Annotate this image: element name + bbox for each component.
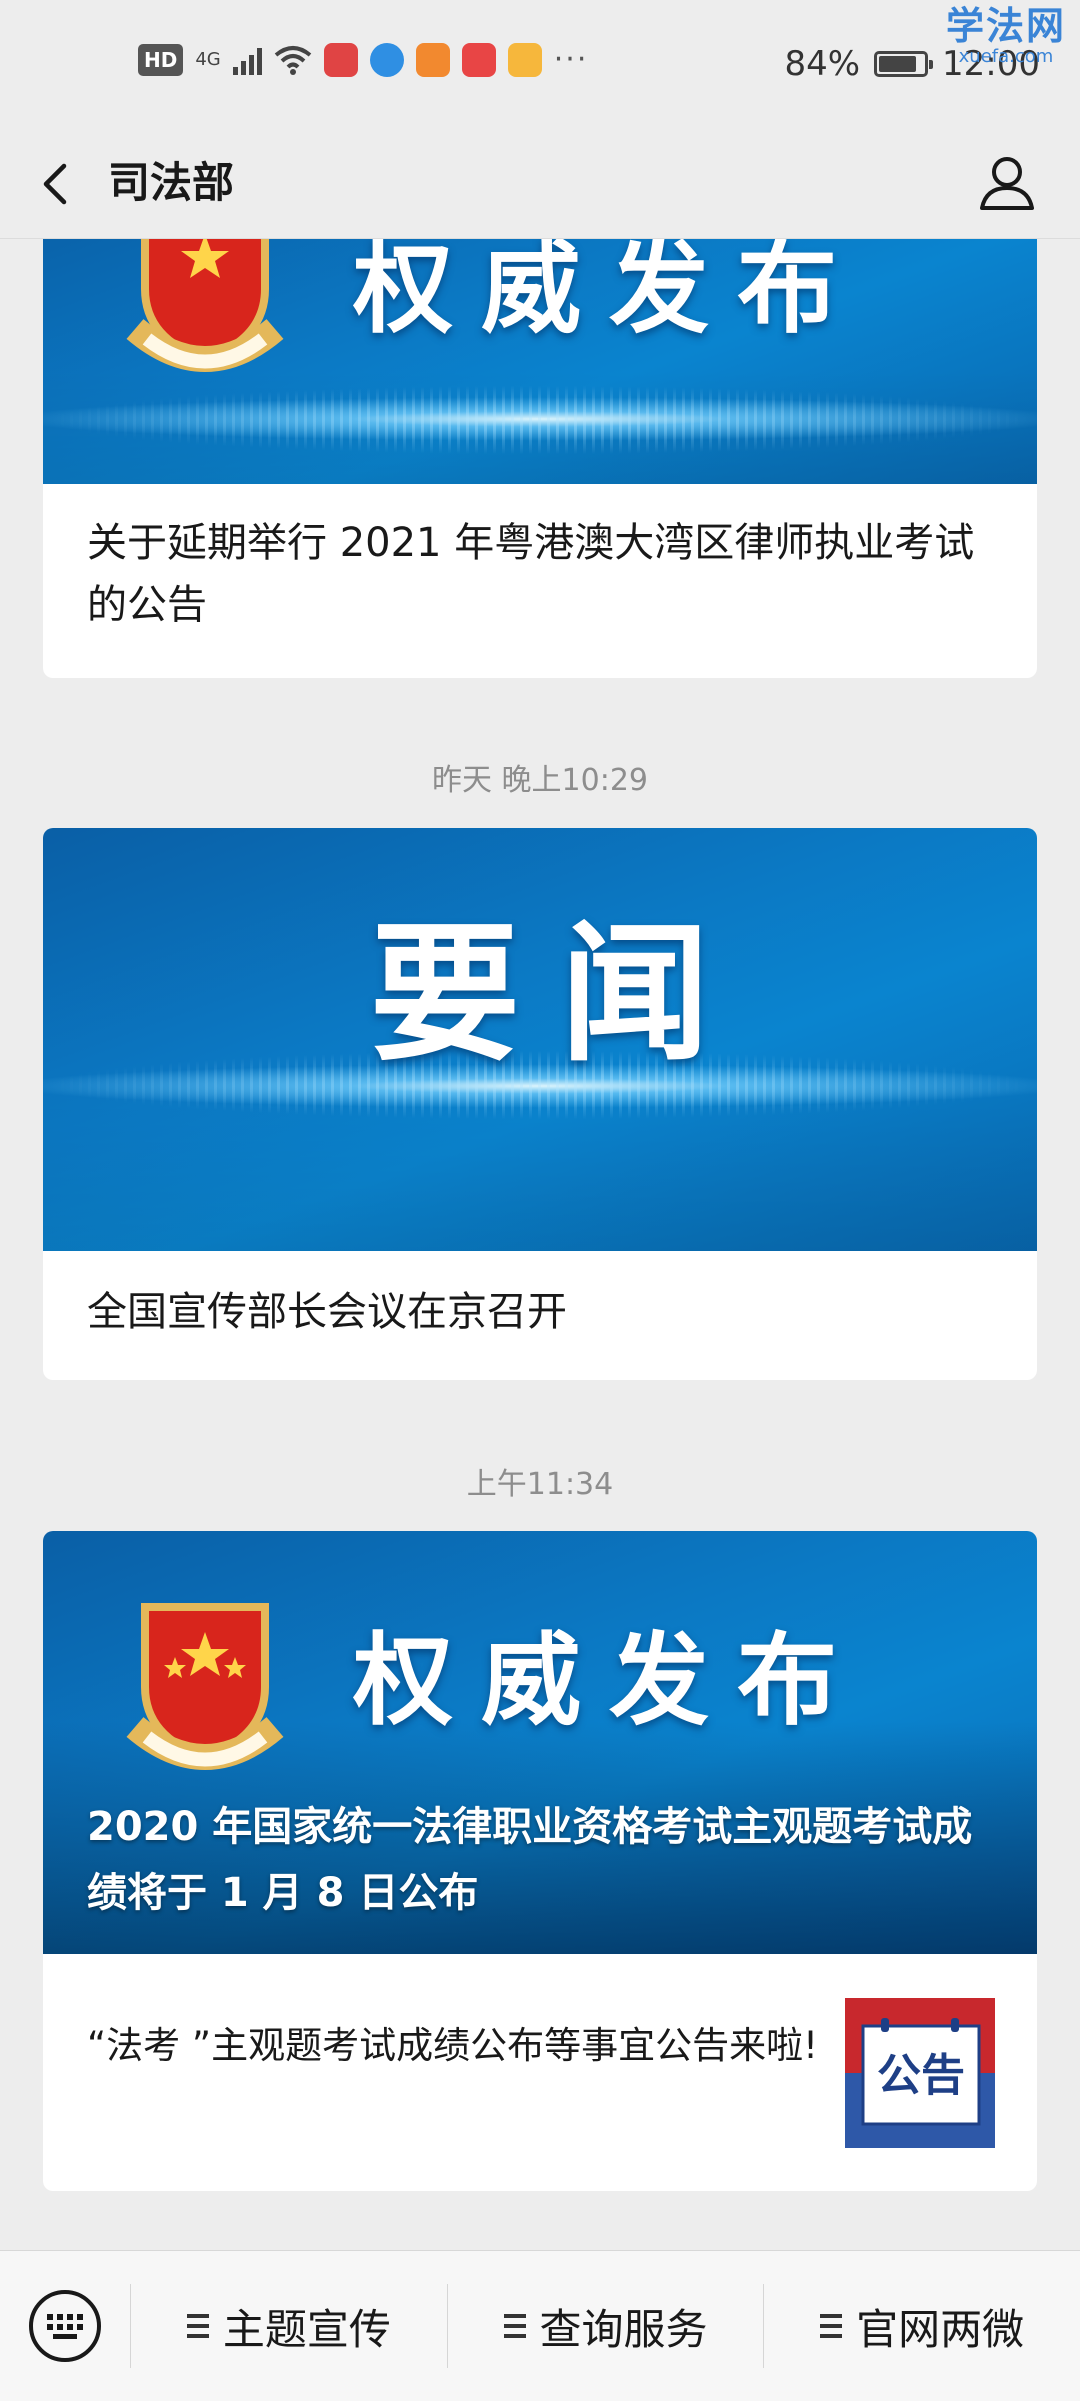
banner-title: 要闻 [369, 908, 750, 1082]
watermark-main: 学法网 [945, 4, 1066, 48]
notice-thumbnail: 公告 [845, 1998, 995, 2148]
article-banner: 权威发布 2020 年国家统一法律职业资格考试主观题考试成绩将于 1 月 8 日… [43, 1531, 1037, 1954]
person-icon [980, 157, 1034, 210]
message-timestamp: 上午11:34 [466, 1467, 614, 1502]
notice-thumbnail-label: 公告 [877, 2050, 965, 2101]
back-button[interactable] [30, 154, 90, 214]
menu-item-label: 查询服务 [539, 2304, 708, 2354]
justice-emblem-icon [126, 239, 284, 372]
message-timestamp: 昨天 晚上10:29 [432, 763, 648, 798]
page-title: 司法部 [108, 158, 235, 207]
menu-lines-icon [820, 2314, 843, 2338]
keyboard-toggle-button[interactable] [0, 2251, 130, 2401]
article-banner: 权威发布 [43, 239, 1037, 484]
status-icons: HD 4G ··· [138, 42, 588, 77]
article-title: 全国宣传部长会议在京召开 [87, 1289, 567, 1335]
article-title: 2020 年国家统一法律职业资格考试主观题考试成绩将于 1 月 8 日公布 [87, 1804, 973, 1916]
menu-item-query[interactable]: 查询服务 [448, 2251, 764, 2401]
chevron-left-icon [43, 163, 67, 205]
more-notifications-icon: ··· [553, 42, 589, 77]
watermark-sub: xuefa.com [958, 46, 1054, 67]
message-list[interactable]: 权威发布 关于延期举行 2021 年粤港澳大湾区律师执业考试的公告 昨天 晚上1… [0, 239, 1080, 2201]
battery-icon [874, 51, 934, 77]
article-card[interactable]: 权威发布 2020 年国家统一法律职业资格考试主观题考试成绩将于 1 月 8 日… [43, 1531, 1037, 2191]
chat-app-icon [507, 42, 542, 77]
news-app-icon [461, 42, 496, 77]
menu-item-label: 主题宣传 [222, 2304, 391, 2354]
banner-title: 权威发布 [353, 239, 865, 347]
article-title: 关于延期举行 2021 年粤港澳大湾区律师执业考试的公告 [87, 520, 975, 628]
profile-button[interactable] [972, 148, 1042, 218]
signal-icon [232, 45, 262, 75]
article-card[interactable]: 要闻 全国宣传部长会议在京召开 [43, 828, 1037, 1380]
menu-item-theme[interactable]: 主题宣传 [131, 2251, 447, 2401]
keyboard-icon [29, 2290, 101, 2362]
wifi-icon [274, 45, 312, 75]
banner-title: 权威发布 [353, 1622, 865, 1739]
bottom-menu: 主题宣传 查询服务 官网两微 [0, 2250, 1080, 2401]
menu-item-label: 官网两微 [856, 2304, 1025, 2354]
browser-app-icon [369, 42, 404, 77]
chat-header: 司法部 [0, 130, 1080, 239]
menu-lines-icon [186, 2314, 209, 2338]
sub-article[interactable]: “法考 ”主观题考试成绩公布等事宜公告来啦! 公告 [43, 1954, 1037, 2190]
sub-article-title: “法考 ”主观题考试成绩公布等事宜公告来啦! [87, 2024, 818, 2067]
article-banner: 要闻 [43, 828, 1037, 1251]
status-bar: HD 4G ··· 84% 12:00 学法网 xuefa.com [0, 0, 1080, 130]
video-app-icon [415, 42, 450, 77]
menu-lines-icon [503, 2314, 526, 2338]
hd-badge: HD [138, 43, 184, 76]
article-card[interactable]: 权威发布 关于延期举行 2021 年粤港澳大湾区律师执业考试的公告 [43, 239, 1037, 678]
battery-percent: 84% [784, 44, 861, 84]
network-type: 4G [195, 48, 221, 70]
menu-item-official[interactable]: 官网两微 [764, 2251, 1080, 2401]
watermark-logo: 学法网 xuefa.com [946, 4, 1066, 66]
justice-emblem-icon [126, 1603, 284, 1770]
book-app-icon [323, 42, 358, 77]
